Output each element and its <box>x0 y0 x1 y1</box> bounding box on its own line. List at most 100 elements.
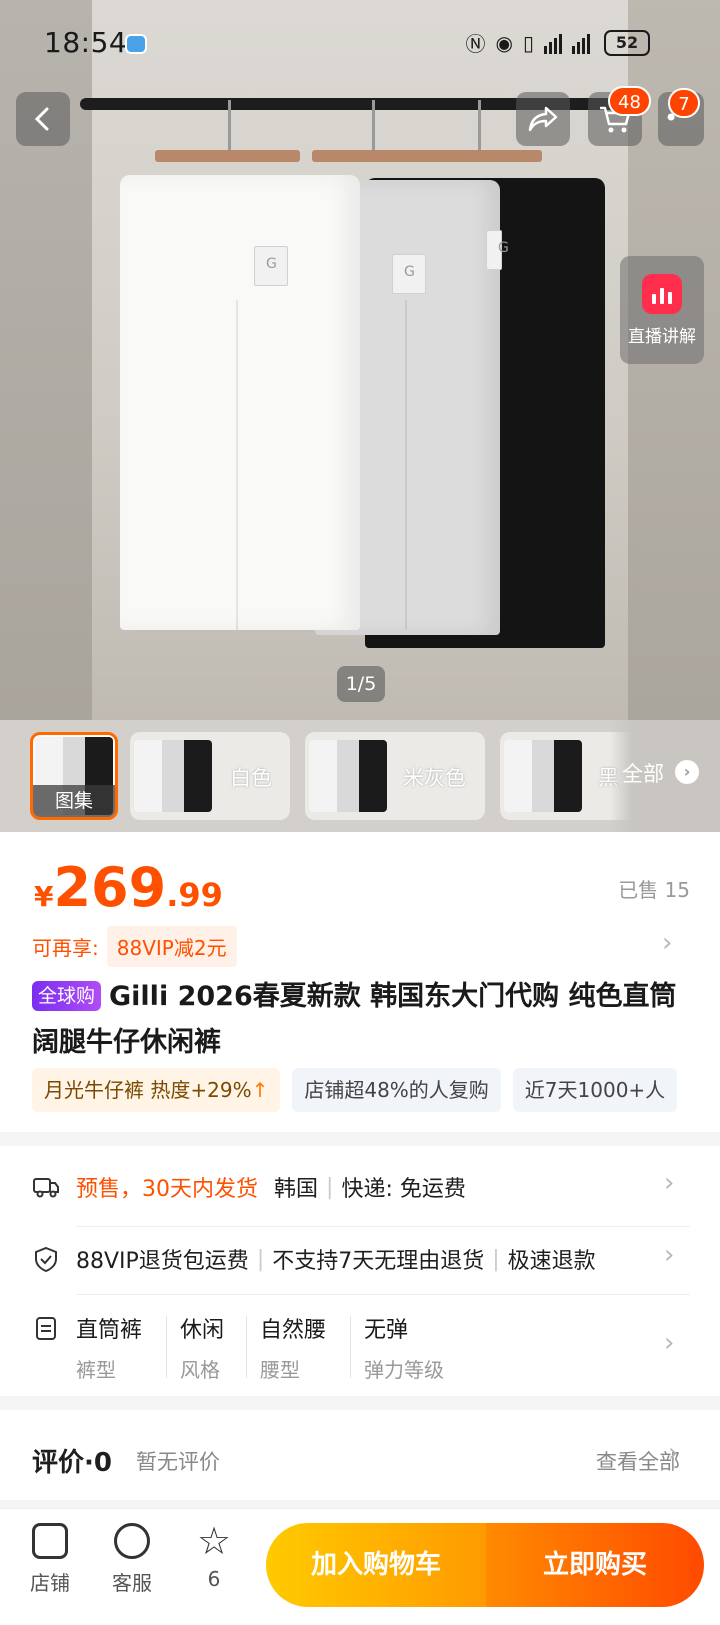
delivery-row[interactable]: 预售，30天内发货 韩国 | 快递: 免运费 <box>32 1164 692 1210</box>
share-button[interactable] <box>516 92 570 146</box>
thumb-image <box>504 740 582 812</box>
specs-row[interactable]: 直筒裤 裤型 休闲 风格 自然腰 腰型 无弹 弹力等级 <box>32 1312 692 1386</box>
divider <box>76 1226 690 1227</box>
favorite-count: 6 <box>207 1567 221 1591</box>
shop-label: 店铺 <box>30 1571 70 1595</box>
cart-button[interactable]: 48 <box>588 86 651 146</box>
status-icons: Ⓝ ◉ ▯ <box>466 28 590 57</box>
variant-thumbnail-strip[interactable]: 图集 白色 米灰色 黑 全部 › <box>0 720 720 832</box>
review-section[interactable]: 评价·0 暂无评价 查看全部 › <box>0 1410 720 1500</box>
live-explain-button[interactable]: 直播讲解 <box>620 256 704 364</box>
view-all-variants-button[interactable]: 全部 › <box>610 720 720 832</box>
divider <box>76 1294 690 1295</box>
customer-service-label: 客服 <box>112 1571 152 1595</box>
signal-icon <box>544 32 562 54</box>
product-info-card: ¥269.99 已售 15 可再享: 88VIP减2元 › 全球购 Gilli 2… <box>0 832 720 1132</box>
price-currency: ¥ <box>34 880 54 913</box>
chip-repurchase: 店铺超48%的人复购 <box>292 1068 501 1112</box>
divider <box>246 1316 247 1378</box>
shield-icon <box>35 1246 57 1273</box>
thumb-white[interactable]: 白色 <box>130 732 290 820</box>
thumb-beige-grey-label: 米灰色 <box>403 766 466 790</box>
nfc-icon: Ⓝ <box>465 32 486 56</box>
guarantee-no-return: 不支持7天无理由退货 <box>272 1249 485 1274</box>
share-icon <box>528 106 558 132</box>
back-button[interactable] <box>16 92 70 146</box>
sold-count: 已售 15 <box>618 878 690 902</box>
guarantee-fast-refund: 极速退款 <box>507 1249 596 1274</box>
spec-item: 休闲 风格 <box>180 1312 224 1382</box>
spec-value: 自然腰 <box>260 1318 327 1343</box>
price: ¥269.99 <box>34 856 223 919</box>
document-icon <box>36 1317 56 1340</box>
divider: | <box>326 1174 334 1200</box>
review-empty-text: 暂无评价 <box>136 1450 220 1474</box>
arrow-up-icon: ↑ <box>251 1078 269 1102</box>
chip-trending[interactable]: 月光牛仔裤 热度+29%↑ <box>32 1068 281 1112</box>
vibrate-icon: ▯ <box>522 30 534 55</box>
chevron-right-icon: › <box>664 1328 675 1358</box>
chevron-right-icon: › <box>664 1240 675 1270</box>
spec-key: 风格 <box>180 1358 220 1382</box>
thumb-gallery[interactable]: 图集 <box>30 732 118 820</box>
add-to-cart-button[interactable]: 加入购物车 <box>266 1523 486 1607</box>
spec-value: 休闲 <box>180 1318 225 1343</box>
buy-now-button[interactable]: 立即购买 <box>486 1523 704 1607</box>
chip-trending-text: 月光牛仔裤 热度+29% <box>44 1078 252 1102</box>
spec-item: 直筒裤 裤型 <box>76 1312 142 1382</box>
location-icon: ◉ <box>495 30 513 55</box>
spec-value: 直筒裤 <box>76 1318 143 1343</box>
divider: | <box>492 1246 500 1272</box>
spec-key: 弹力等级 <box>364 1358 444 1382</box>
customer-service-button[interactable]: 客服 <box>102 1523 162 1596</box>
promo-row[interactable]: 可再享: 88VIP减2元 <box>32 925 692 967</box>
chip-recent-sales: 近7天1000+人 <box>512 1068 678 1112</box>
hanger <box>312 150 542 162</box>
thumb-image <box>309 740 387 812</box>
price-tag <box>254 246 288 286</box>
hanger-hook <box>228 100 231 150</box>
chevron-right-icon: › <box>662 928 673 958</box>
presale-text: 预售，30天内发货 <box>76 1177 258 1202</box>
status-time: 18:54 <box>44 26 128 59</box>
bottom-action-bar: 店铺 客服 ☆ 6 加入购物车 立即购买 <box>0 1508 720 1625</box>
favorite-button[interactable]: ☆ 6 <box>184 1522 244 1591</box>
review-title: 评价·0 <box>32 1448 112 1478</box>
price-tag <box>392 254 426 294</box>
shop-button[interactable]: 店铺 <box>20 1523 80 1596</box>
thumb-beige-grey[interactable]: 米灰色 <box>305 732 485 820</box>
spec-list: 直筒裤 裤型 休闲 风格 自然腰 腰型 无弹 弹力等级 <box>76 1312 676 1386</box>
live-bars-icon <box>642 274 682 314</box>
express-text: 快递: 免运费 <box>341 1177 466 1202</box>
hanger <box>155 150 300 162</box>
promo-label: 可再享: <box>32 935 99 960</box>
chevron-right-icon: › <box>664 1168 675 1198</box>
jeans-seam <box>405 300 407 630</box>
product-title: 全球购 Gilli 2026春夏新款 韩国东大门代购 纯色直筒阔腿牛仔休闲裤 <box>32 974 692 1066</box>
white-jeans <box>120 175 360 630</box>
guarantee-freight: 88VIP退货包运费 <box>76 1249 249 1274</box>
image-counter: 1/5 <box>337 666 385 702</box>
spec-key: 裤型 <box>76 1358 116 1382</box>
cart-count-badge: 48 <box>608 86 651 116</box>
spec-item: 自然腰 腰型 <box>260 1312 326 1382</box>
signal-icon <box>572 32 590 54</box>
divider <box>350 1316 351 1378</box>
live-explain-label: 直播讲解 <box>628 327 696 347</box>
message-notification-icon <box>125 34 147 54</box>
promo-chip: 88VIP减2元 <box>106 925 237 967</box>
divider: | <box>256 1246 265 1272</box>
price-integer: 269 <box>53 856 167 919</box>
divider <box>166 1316 167 1378</box>
spec-key: 腰型 <box>260 1358 300 1382</box>
message-count-badge: 7 <box>668 88 700 118</box>
thumb-gallery-label: 图集 <box>33 785 115 817</box>
product-title-text: Gilli 2026春夏新款 韩国东大门代购 纯色直筒阔腿牛仔休闲裤 <box>32 981 677 1058</box>
truck-icon <box>33 1178 59 1198</box>
guarantee-row[interactable]: 88VIP退货包运费 | 不支持7天无理由退货 | 极速退款 <box>32 1236 657 1282</box>
jeans-seam <box>236 300 238 630</box>
more-button[interactable]: • 7 <box>658 88 704 146</box>
price-decimal: .99 <box>166 876 223 914</box>
customer-service-icon <box>114 1523 150 1559</box>
hanger-hook <box>372 100 375 150</box>
